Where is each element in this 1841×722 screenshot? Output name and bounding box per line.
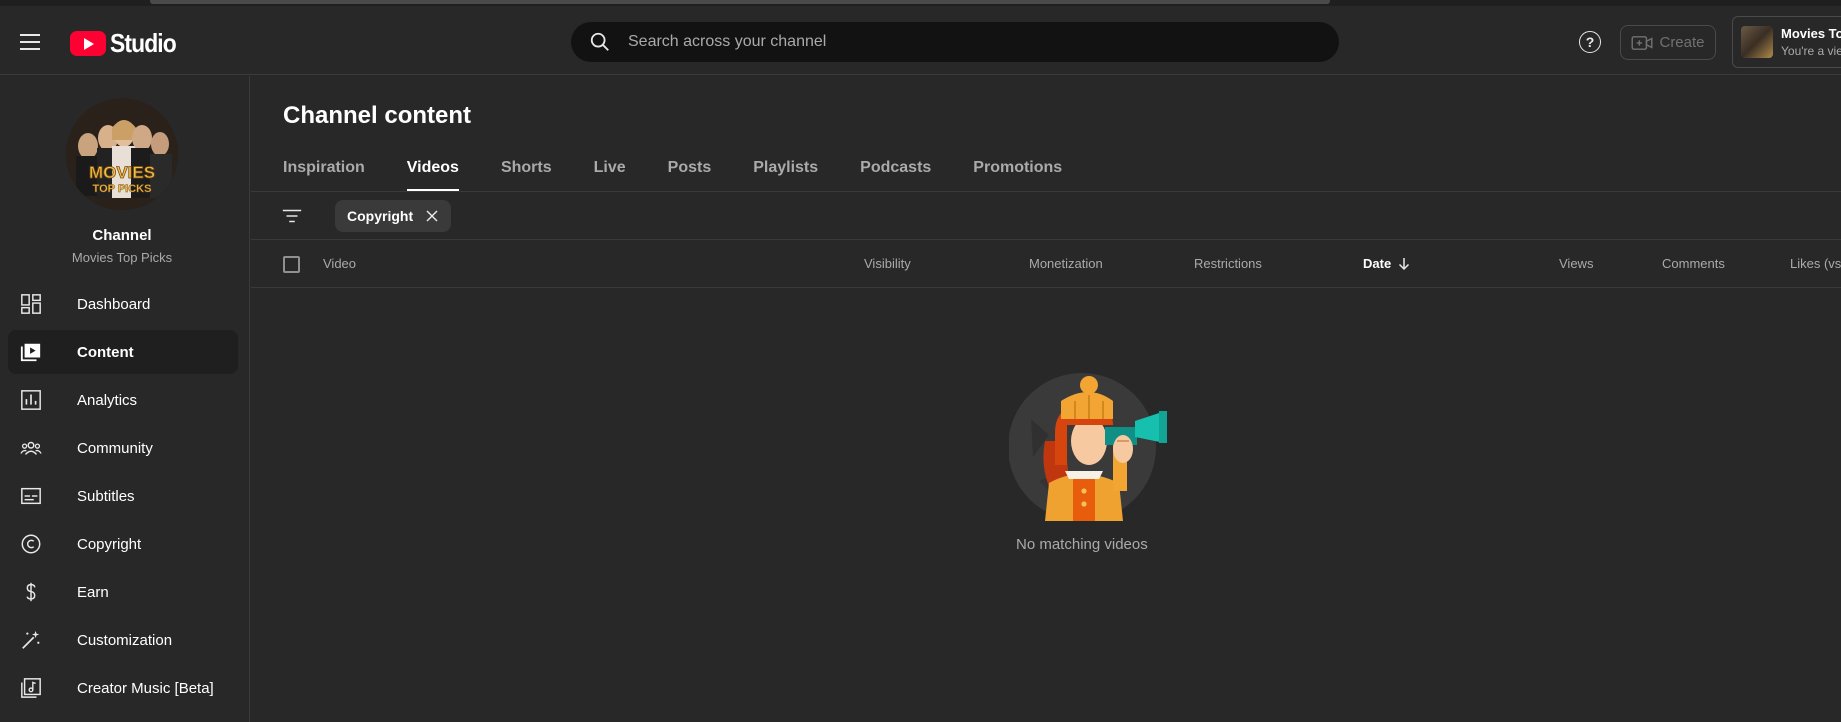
creator-music-icon [21,678,41,698]
select-all-checkbox[interactable] [283,256,300,273]
main-content: Channel content Inspiration Videos Short… [251,76,1841,722]
empty-state-message: No matching videos [1016,536,1148,553]
filter-chip-label: Copyright [347,208,414,224]
app-header: Studio ? Create Movies Top Picks You're … [0,6,1841,75]
community-icon [20,441,42,455]
sidebar: MOVIES TOP PICKS Channel Movies Top Pick… [0,76,250,722]
arrow-down-icon [1399,257,1410,270]
tab-playlists[interactable]: Playlists [753,150,818,192]
sidebar-item-label: Copyright [77,535,142,553]
column-restrictions[interactable]: Restrictions [1194,256,1262,271]
avatar-text-line2: TOP PICKS [93,183,152,195]
channel-avatar[interactable]: MOVIES TOP PICKS [66,98,178,210]
sidebar-item-label: Content [77,343,134,361]
scroll-indicator [150,0,1330,4]
channel-title: Channel [92,227,152,244]
sidebar-item-label: Subtitles [77,487,135,505]
sidebar-item-label: Creator Music [Beta] [77,679,214,697]
page-title: Channel content [283,102,472,129]
sidebar-nav: Dashboard Content Analytics Community Su… [8,282,238,714]
search-icon[interactable] [589,31,611,53]
filter-chip-copyright[interactable]: Copyright [335,200,452,232]
search-input[interactable] [628,33,1228,51]
column-visibility[interactable]: Visibility [864,256,911,271]
subtitles-icon [21,487,41,505]
column-video[interactable]: Video [323,256,356,271]
column-monetization[interactable]: Monetization [1029,256,1103,271]
account-subtitle: You're a viewer [1781,44,1841,58]
logo-text: Studio [110,28,177,58]
create-label: Create [1659,34,1705,51]
tab-posts[interactable]: Posts [668,150,712,192]
search-bar[interactable] [571,22,1339,62]
sidebar-item-label: Customization [77,631,173,649]
help-icon[interactable]: ? [1579,31,1601,53]
customization-icon [22,630,40,649]
tab-shorts[interactable]: Shorts [501,150,552,192]
channel-name: Movies Top Picks [71,250,173,265]
tab-promotions[interactable]: Promotions [973,150,1062,192]
sidebar-item-analytics[interactable]: Analytics [8,378,238,422]
create-video-icon [1631,35,1653,50]
filter-bar: Copyright [251,192,1841,240]
tab-inspiration[interactable]: Inspiration [283,150,365,192]
youtube-play-icon [70,31,106,56]
column-views[interactable]: Views [1559,256,1593,271]
create-button[interactable]: Create [1620,25,1716,60]
tab-podcasts[interactable]: Podcasts [860,150,931,192]
account-avatar [1741,26,1773,58]
tab-live[interactable]: Live [594,150,626,192]
sidebar-item-copyright[interactable]: Copyright [8,522,238,566]
sidebar-item-customization[interactable]: Customization [8,618,238,662]
column-likes[interactable]: Likes (vs. dislikes) [1790,256,1841,271]
dashboard-icon [21,294,41,314]
analytics-icon [21,390,41,410]
column-date-label: Date [1363,256,1392,271]
channel-avatar-art: MOVIES TOP PICKS [66,98,178,210]
sidebar-item-creator-music[interactable]: Creator Music [Beta] [8,666,238,710]
filter-icon[interactable] [281,206,303,226]
sidebar-item-earn[interactable]: Earn [8,570,238,614]
sidebar-item-label: Analytics [77,391,138,409]
binoculars-illustration [1009,373,1167,521]
content-icon [20,343,41,362]
hamburger-menu-icon[interactable] [18,32,42,50]
sidebar-item-subtitles[interactable]: Subtitles [8,474,238,518]
sidebar-item-community[interactable]: Community [8,426,238,470]
sidebar-item-label: Dashboard [77,295,151,313]
content-tabs: Inspiration Videos Shorts Live Posts Pla… [283,150,1104,192]
copyright-icon [21,534,41,554]
sidebar-item-dashboard[interactable]: Dashboard [8,282,238,326]
column-comments[interactable]: Comments [1662,256,1725,271]
sidebar-item-label: Earn [77,583,109,601]
earn-icon [26,582,36,602]
sidebar-item-content[interactable]: Content [8,330,238,374]
table-header: Video Visibility Monetization Restrictio… [251,240,1841,288]
account-switcher[interactable]: Movies Top Picks You're a viewer [1732,16,1841,68]
column-date[interactable]: Date [1363,256,1411,271]
avatar-text-line1: MOVIES [89,163,155,182]
close-icon[interactable] [425,209,439,223]
tab-videos[interactable]: Videos [406,150,460,192]
account-name: Movies Top Picks [1781,26,1841,41]
studio-logo[interactable]: Studio [70,28,185,59]
sidebar-item-label: Community [77,439,153,457]
